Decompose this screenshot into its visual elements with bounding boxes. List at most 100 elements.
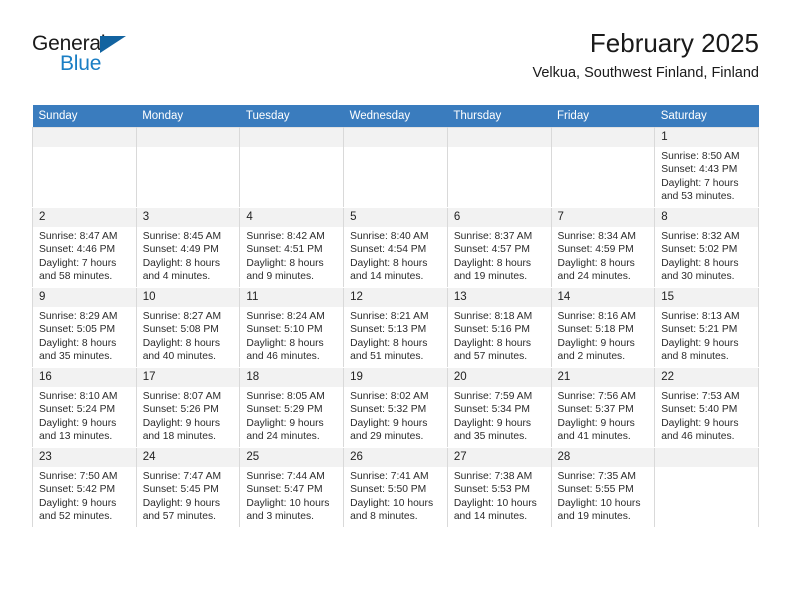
daylight-text: Daylight: 10 hours and 19 minutes. — [557, 497, 641, 523]
brand-name-blue: Blue — [60, 52, 102, 75]
daylight-text: Daylight: 9 hours and 57 minutes. — [142, 497, 220, 523]
calendar-day-cell[interactable]: 20 Sunrise: 7:59 AM Sunset: 5:34 PM Dayligh… — [446, 367, 552, 448]
day-number: 9 — [33, 288, 136, 307]
calendar-day-cell[interactable]: 26 Sunrise: 7:41 AM Sunset: 5:50 PM Dayligh… — [343, 447, 448, 528]
calendar-day-cell[interactable]: 12 Sunrise: 8:21 AM Sunset: 5:13 PM Dayligh… — [343, 287, 448, 368]
daylight-text: Daylight: 9 hours and 29 minutes. — [350, 417, 428, 443]
sunrise-text: Sunrise: 7:56 AM — [557, 391, 636, 402]
calendar-day-cell[interactable]: 7 Sunrise: 8:34 AM Sunset: 4:59 PM Daylight… — [550, 207, 656, 288]
calendar-week-row: 23 Sunrise: 7:50 AM Sunset: 5:42 PM Dayligh… — [32, 447, 759, 528]
sunrise-text: Sunrise: 8:16 AM — [557, 311, 636, 322]
sunset-text: Sunset: 5:26 PM — [142, 404, 219, 416]
calendar-day-cell[interactable]: 2 Sunrise: 8:47 AM Sunset: 4:46 PM Daylight… — [32, 207, 137, 288]
day-number: 17 — [136, 368, 240, 387]
day-number — [344, 128, 447, 147]
daylight-text: Daylight: 8 hours and 14 minutes. — [350, 257, 428, 283]
sunrise-text: Sunrise: 7:50 AM — [39, 471, 118, 482]
day-details: Sunrise: 8:18 AM Sunset: 5:16 PM Daylight:… — [448, 307, 551, 364]
sunrise-text: Sunrise: 8:07 AM — [142, 391, 222, 402]
sunset-text: Sunset: 5:34 PM — [453, 404, 530, 416]
calendar-day-cell[interactable]: 6 Sunrise: 8:37 AM Sunset: 4:57 PM Daylight… — [446, 207, 552, 288]
calendar-day-cell[interactable]: 28 Sunrise: 7:35 AM Sunset: 5:55 PM Dayligh… — [550, 447, 656, 528]
calendar-day-cell[interactable]: 22 Sunrise: 7:53 AM Sunset: 5:40 PM Dayligh… — [654, 367, 759, 448]
day-details: Sunrise: 7:56 AM Sunset: 5:37 PM Daylight:… — [552, 387, 655, 444]
day-number: 3 — [136, 208, 240, 227]
calendar-day-cell[interactable]: 9 Sunrise: 8:29 AM Sunset: 5:05 PM Daylight… — [32, 287, 137, 368]
calendar-day-cell[interactable]: 1 Sunrise: 8:50 AM Sunset: 4:43 PM Daylight… — [654, 127, 759, 208]
sunrise-text: Sunrise: 8:50 AM — [661, 151, 740, 162]
day-number: 27 — [447, 448, 551, 467]
calendar-day-cell[interactable]: 17 Sunrise: 8:07 AM Sunset: 5:26 PM Dayligh… — [135, 367, 241, 448]
title-block: February 2025 Velkua, Southwest Finland,… — [533, 26, 760, 84]
daylight-text: Daylight: 9 hours and 2 minutes. — [557, 337, 635, 363]
daylight-text: Daylight: 9 hours and 8 minutes. — [661, 337, 739, 363]
calendar-day-cell[interactable]: 5 Sunrise: 8:40 AM Sunset: 4:54 PM Daylight… — [343, 207, 448, 288]
daylight-text: Daylight: 8 hours and 30 minutes. — [661, 257, 739, 283]
day-number: 15 — [655, 288, 758, 307]
calendar-day-cell[interactable]: 21 Sunrise: 7:56 AM Sunset: 5:37 PM Dayligh… — [550, 367, 656, 448]
daylight-text: Daylight: 8 hours and 4 minutes. — [142, 257, 220, 283]
sunrise-text: Sunrise: 8:37 AM — [453, 231, 533, 242]
daylight-text: Daylight: 8 hours and 24 minutes. — [557, 257, 635, 283]
sunset-text: Sunset: 4:46 PM — [39, 244, 116, 256]
calendar-day-cell[interactable]: 11 Sunrise: 8:24 AM Sunset: 5:10 PM Dayligh… — [239, 287, 345, 368]
weekday-header-friday: Friday — [551, 105, 655, 128]
sunset-text: Sunset: 5:18 PM — [557, 324, 634, 336]
day-number: 24 — [136, 448, 240, 467]
sunrise-text: Sunrise: 7:35 AM — [557, 471, 636, 482]
calendar-day-cell[interactable]: 23 Sunrise: 7:50 AM Sunset: 5:42 PM Dayligh… — [32, 447, 137, 528]
calendar-header-row: Sunday Monday Tuesday Wednesday Thursday… — [32, 105, 759, 128]
calendar-day-cell[interactable]: 19 Sunrise: 8:02 AM Sunset: 5:32 PM Dayligh… — [343, 367, 448, 448]
day-details: Sunrise: 8:50 AM Sunset: 4:43 PM Daylight:… — [655, 147, 758, 204]
sunset-text: Sunset: 5:47 PM — [246, 484, 323, 496]
calendar-week-row: 9 Sunrise: 8:29 AM Sunset: 5:05 PM Daylight… — [32, 287, 759, 368]
calendar-day-cell[interactable]: 14 Sunrise: 8:16 AM Sunset: 5:18 PM Dayligh… — [550, 287, 656, 368]
sunset-text: Sunset: 4:51 PM — [246, 244, 323, 256]
calendar-day-cell[interactable]: 3 Sunrise: 8:45 AM Sunset: 4:49 PM Daylight… — [135, 207, 241, 288]
calendar-cell-empty — [135, 127, 241, 208]
calendar-cell-empty — [550, 127, 656, 208]
calendar-day-cell[interactable]: 27 Sunrise: 7:38 AM Sunset: 5:53 PM Dayligh… — [446, 447, 552, 528]
sunset-text: Sunset: 5:05 PM — [39, 324, 116, 336]
sunrise-text: Sunrise: 8:24 AM — [246, 311, 325, 322]
daylight-text: Daylight: 8 hours and 51 minutes. — [350, 337, 428, 363]
sunset-text: Sunset: 5:32 PM — [350, 404, 427, 416]
day-number: 12 — [344, 288, 447, 307]
calendar-day-cell[interactable]: 13 Sunrise: 8:18 AM Sunset: 5:16 PM Dayligh… — [446, 287, 552, 368]
calendar-day-cell[interactable]: 8 Sunrise: 8:32 AM Sunset: 5:02 PM Daylight… — [654, 207, 759, 288]
weekday-header-saturday: Saturday — [654, 105, 759, 128]
sunset-text: Sunset: 4:57 PM — [453, 244, 530, 256]
calendar-day-cell[interactable]: 15 Sunrise: 8:13 AM Sunset: 5:21 PM Dayligh… — [654, 287, 759, 368]
daylight-text: Daylight: 9 hours and 18 minutes. — [142, 417, 220, 443]
sunrise-text: Sunrise: 7:47 AM — [142, 471, 222, 482]
calendar-day-cell[interactable]: 24 Sunrise: 7:47 AM Sunset: 5:45 PM Dayligh… — [135, 447, 241, 528]
sunrise-text: Sunrise: 7:38 AM — [453, 471, 533, 482]
calendar-day-cell[interactable]: 4 Sunrise: 8:42 AM Sunset: 4:51 PM Daylight… — [239, 207, 345, 288]
calendar-day-cell[interactable]: 10 Sunrise: 8:27 AM Sunset: 5:08 PM Dayligh… — [135, 287, 241, 368]
sunrise-text: Sunrise: 7:41 AM — [350, 471, 429, 482]
calendar-week-row: 2 Sunrise: 8:47 AM Sunset: 4:46 PM Daylight… — [32, 207, 759, 288]
sunrise-text: Sunrise: 7:59 AM — [453, 391, 533, 402]
day-number: 13 — [447, 288, 551, 307]
day-number: 8 — [655, 208, 758, 227]
sunrise-text: Sunrise: 7:53 AM — [661, 391, 740, 402]
day-number: 23 — [33, 448, 136, 467]
day-details: Sunrise: 8:32 AM Sunset: 5:02 PM Daylight:… — [655, 227, 758, 284]
day-details: Sunrise: 7:59 AM Sunset: 5:34 PM Daylight:… — [448, 387, 551, 444]
calendar-day-cell[interactable]: 16 Sunrise: 8:10 AM Sunset: 5:24 PM Dayligh… — [32, 367, 137, 448]
day-number: 25 — [240, 448, 344, 467]
sunset-text: Sunset: 4:59 PM — [557, 244, 634, 256]
day-number — [240, 128, 344, 147]
calendar-day-cell[interactable]: 25 Sunrise: 7:44 AM Sunset: 5:47 PM Dayligh… — [239, 447, 345, 528]
sunset-text: Sunset: 5:37 PM — [557, 404, 634, 416]
page-subtitle: Velkua, Southwest Finland, Finland — [532, 65, 760, 81]
day-number: 6 — [447, 208, 551, 227]
daylight-text: Daylight: 8 hours and 57 minutes. — [453, 337, 532, 363]
sunset-text: Sunset: 5:08 PM — [142, 324, 219, 336]
sunset-text: Sunset: 5:42 PM — [39, 484, 116, 496]
brand-logo[interactable]: General Blue — [32, 32, 152, 80]
sunrise-text: Sunrise: 8:40 AM — [350, 231, 429, 242]
sunset-text: Sunset: 5:21 PM — [661, 324, 738, 336]
daylight-text: Daylight: 7 hours and 58 minutes. — [39, 257, 117, 283]
calendar-day-cell[interactable]: 18 Sunrise: 8:05 AM Sunset: 5:29 PM Dayligh… — [239, 367, 345, 448]
